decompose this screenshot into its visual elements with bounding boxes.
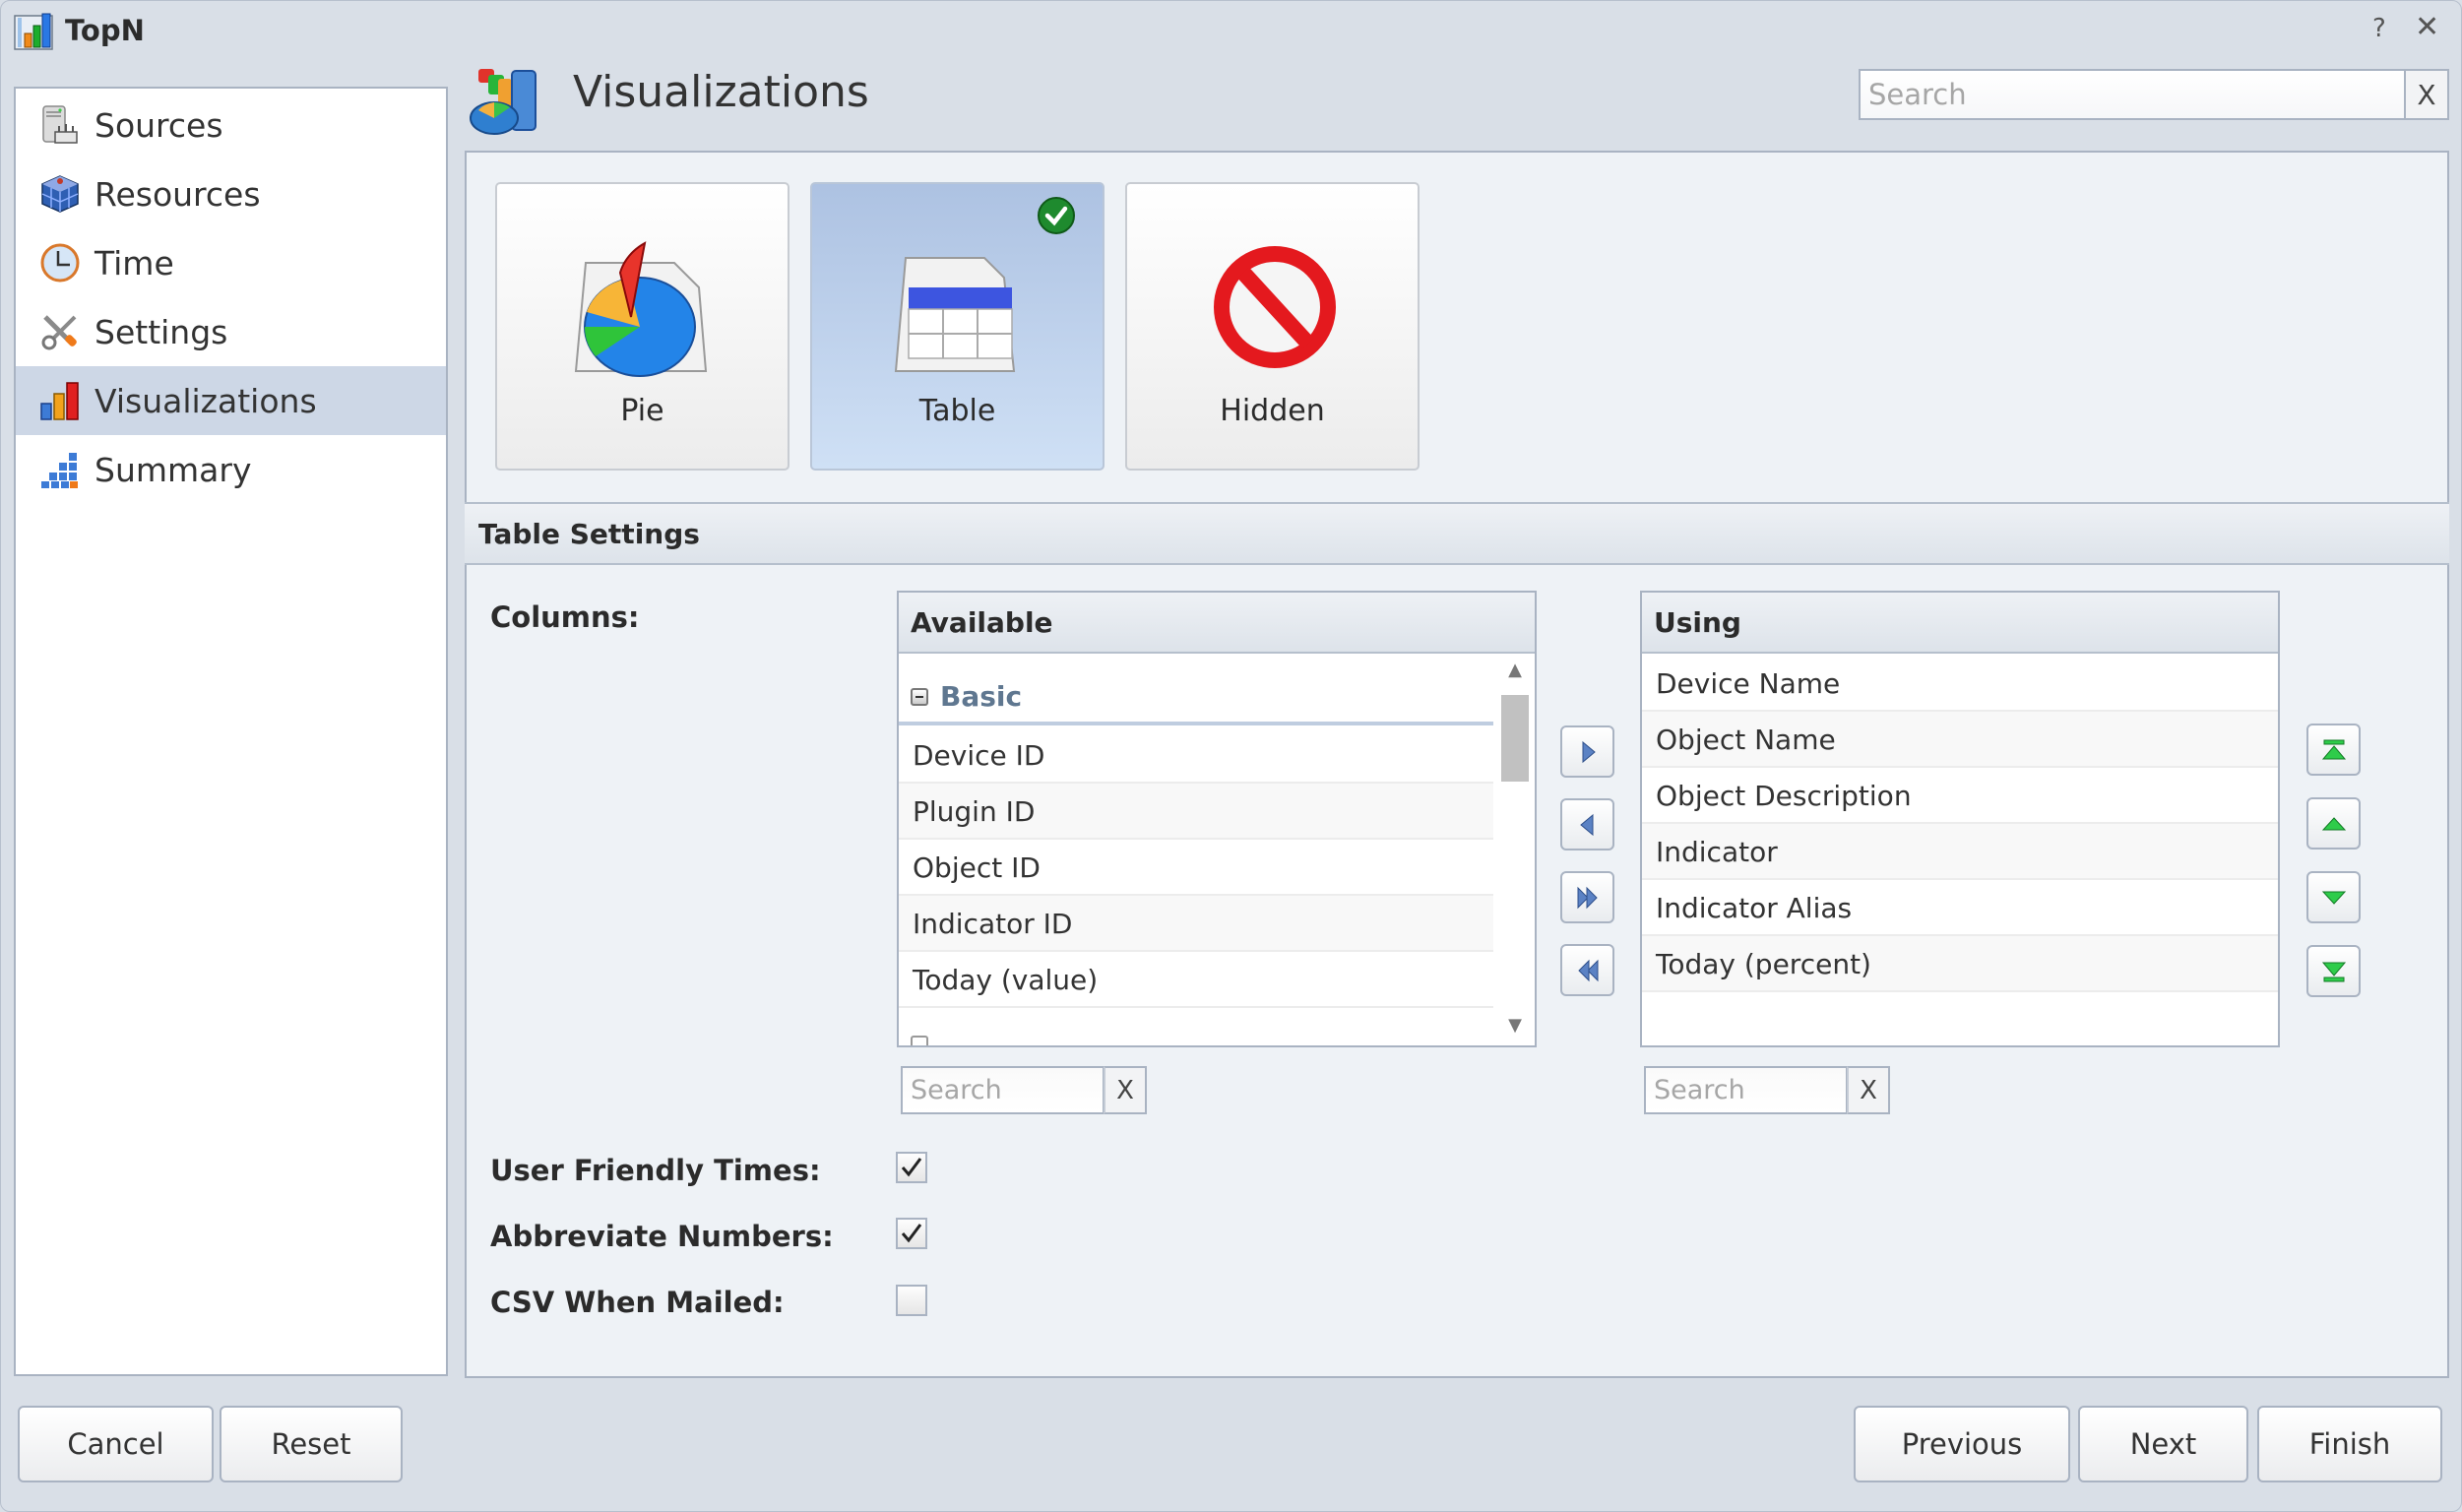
next-button[interactable]: Next <box>2078 1406 2248 1482</box>
tile-label: Table <box>918 394 996 428</box>
sidebar-item-time[interactable]: Time <box>16 228 446 297</box>
sidebar-item-label: Summary <box>95 450 252 489</box>
topn-app-icon <box>14 13 53 50</box>
using-row[interactable]: Object Description <box>1642 768 2278 824</box>
remove-selected-button[interactable] <box>1560 798 1614 850</box>
window-title: TopN <box>65 14 145 47</box>
csv-when-mailed-label: CSV When Mailed: <box>490 1286 785 1319</box>
visualization-tile-table[interactable]: Table <box>810 182 1105 471</box>
scroll-up-icon[interactable]: ▲ <box>1497 660 1533 680</box>
abbreviate-numbers-checkbox[interactable] <box>896 1218 927 1249</box>
previous-button[interactable]: Previous <box>1854 1406 2070 1482</box>
global-search-clear-button[interactable]: X <box>2406 69 2449 120</box>
bar-chart-icon <box>40 382 79 420</box>
sidebar-item-label: Resources <box>95 174 261 214</box>
move-to-bottom-button[interactable] <box>2306 945 2361 997</box>
user-friendly-times-checkbox[interactable] <box>896 1152 927 1183</box>
move-down-button[interactable] <box>2306 871 2361 923</box>
available-search-input[interactable] <box>901 1066 1105 1114</box>
available-list-scrollbar[interactable]: ▲ ▼ <box>1497 654 1533 1043</box>
using-row[interactable]: Indicator Alias <box>1642 880 2278 936</box>
sidebar-item-settings[interactable]: Settings <box>16 297 446 366</box>
tile-label: Pie <box>620 394 664 428</box>
abbreviate-numbers-label: Abbreviate Numbers: <box>490 1220 834 1253</box>
sidebar-item-sources[interactable]: Sources <box>16 91 446 159</box>
sidebar-item-visualizations[interactable]: Visualizations <box>16 366 446 435</box>
available-row[interactable]: Plugin ID <box>899 784 1493 840</box>
clock-icon <box>40 243 80 283</box>
using-search-clear-button[interactable]: X <box>1847 1066 1890 1114</box>
sidebar-item-label: Visualizations <box>95 381 317 420</box>
available-row[interactable]: Object ID <box>899 840 1493 896</box>
move-up-icon <box>2321 816 2346 830</box>
using-search-input[interactable] <box>1644 1066 1848 1114</box>
summary-blocks-icon <box>41 453 78 488</box>
move-up-button[interactable] <box>2306 797 2361 850</box>
available-row[interactable]: Device ID <box>899 727 1493 784</box>
available-row[interactable]: Indicator ID <box>899 896 1493 952</box>
selected-check-icon <box>1038 197 1075 234</box>
csv-when-mailed-checkbox[interactable] <box>896 1285 927 1316</box>
user-friendly-times-label: User Friendly Times: <box>490 1154 821 1187</box>
visualization-tile-pie[interactable]: Pie <box>495 182 789 471</box>
move-to-top-button[interactable] <box>2306 724 2361 776</box>
visualization-tile-hidden[interactable]: Hidden <box>1125 182 1420 471</box>
remove-all-button[interactable] <box>1560 944 1614 996</box>
double-arrow-right-icon <box>1577 886 1598 909</box>
help-button[interactable]: ? <box>2372 14 2386 43</box>
sidebar-nav: Sources Resources Time Settings Visualiz… <box>14 87 448 1376</box>
columns-label: Columns: <box>490 600 640 634</box>
group-basic[interactable]: Basic <box>899 666 1493 725</box>
server-icon <box>42 105 78 144</box>
scroll-down-icon[interactable]: ▼ <box>1497 1015 1533 1036</box>
sidebar-item-summary[interactable]: Summary <box>16 435 446 504</box>
page-title: Visualizations <box>573 67 869 117</box>
pie-chart-icon <box>574 241 708 377</box>
double-arrow-left-icon <box>1577 959 1598 981</box>
using-row[interactable]: Device Name <box>1642 656 2278 712</box>
no-entry-icon <box>1214 246 1336 368</box>
available-search-clear-button[interactable]: X <box>1104 1066 1147 1114</box>
reset-button[interactable]: Reset <box>220 1406 403 1482</box>
sidebar-item-label: Sources <box>95 105 223 145</box>
using-row[interactable]: Today (percent) <box>1642 936 2278 992</box>
sidebar-item-label: Settings <box>95 312 228 351</box>
global-search-input[interactable] <box>1859 69 2406 120</box>
available-columns-list[interactable]: Available Basic Device ID Plugin ID Obje… <box>897 591 1537 1047</box>
sidebar-item-resources[interactable]: Resources <box>16 159 446 228</box>
table-icon <box>894 257 1016 372</box>
available-list-header: Available <box>899 593 1535 654</box>
cancel-button[interactable]: Cancel <box>18 1406 214 1482</box>
sidebar-item-label: Time <box>95 243 174 283</box>
group-label: Basic <box>940 680 1023 713</box>
checkmark-icon <box>901 1224 922 1243</box>
checkmark-icon <box>901 1158 922 1177</box>
move-bottom-icon <box>2321 962 2346 981</box>
using-row[interactable]: Indicator <box>1642 824 2278 880</box>
scrollbar-thumb[interactable] <box>1501 695 1529 782</box>
table-settings-header <box>465 502 2449 565</box>
tile-label: Hidden <box>1220 394 1325 428</box>
finish-button[interactable]: Finish <box>2257 1406 2442 1482</box>
using-list-header: Using <box>1642 593 2278 654</box>
using-row[interactable]: Object Name <box>1642 712 2278 768</box>
move-top-icon <box>2321 739 2346 759</box>
cube-icon <box>41 175 79 213</box>
add-all-button[interactable] <box>1560 871 1614 923</box>
using-columns-list[interactable]: Using Device Name Object Name Object Des… <box>1640 591 2280 1047</box>
arrow-left-icon <box>1579 813 1593 836</box>
close-window-button[interactable]: ✕ <box>2415 10 2439 44</box>
move-down-icon <box>2321 891 2346 905</box>
available-row[interactable]: Today (value) <box>899 952 1493 1008</box>
table-settings-title: Table Settings <box>478 518 700 550</box>
arrow-right-icon <box>1582 740 1596 763</box>
add-selected-button[interactable] <box>1560 725 1614 778</box>
visualizations-header-icon <box>470 69 537 135</box>
collapse-icon[interactable] <box>911 688 928 706</box>
clipped-group-toggle <box>911 1036 928 1045</box>
tools-icon <box>41 315 77 350</box>
